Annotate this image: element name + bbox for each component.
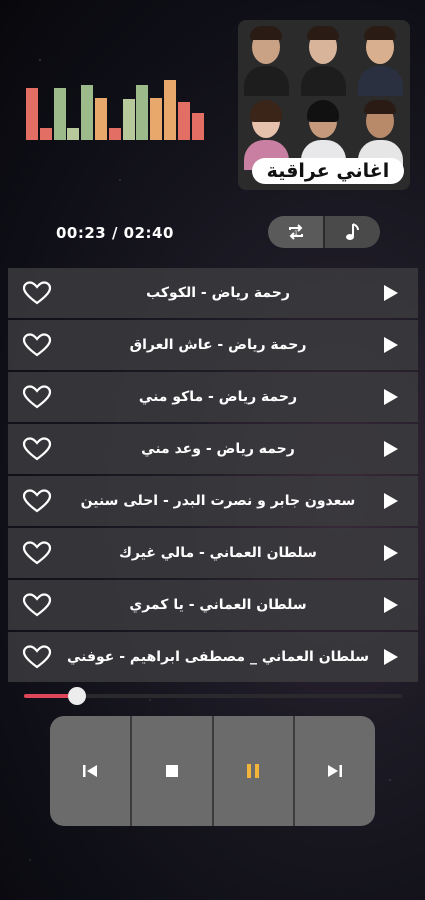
repeat-button[interactable]: 1	[268, 216, 325, 248]
equalizer-bar	[53, 88, 66, 140]
equalizer-bar	[26, 88, 38, 140]
music-library-button[interactable]	[325, 216, 380, 248]
heart-outline-icon[interactable]	[22, 489, 52, 513]
artist-photo	[238, 20, 295, 96]
song-row[interactable]: رحمة رياض - الكوكب	[8, 268, 418, 318]
play-icon[interactable]	[384, 389, 398, 405]
stop-button[interactable]	[131, 716, 214, 826]
repeat-icon: 1	[288, 224, 303, 240]
heart-outline-icon[interactable]	[22, 593, 52, 617]
song-list: رحمة رياض - الكوكب رحمة رياض - عاش العرا…	[8, 268, 418, 684]
equalizer-bar	[150, 98, 163, 140]
song-row[interactable]: سلطان العماني - يا كمري	[8, 580, 418, 630]
song-row[interactable]: رحمه رياض - وعد مني	[8, 424, 418, 474]
song-title: سلطان العماني - مالي غيرك	[119, 545, 317, 561]
svg-text:1: 1	[294, 230, 298, 237]
song-title: رحمة رياض - عاش العراق	[129, 337, 307, 353]
play-icon[interactable]	[384, 441, 398, 457]
stop-icon	[165, 765, 178, 777]
pause-icon	[247, 764, 260, 778]
heart-outline-icon[interactable]	[22, 385, 52, 409]
heart-outline-icon[interactable]	[22, 645, 52, 669]
mode-toggle-group: 1	[268, 216, 380, 248]
heart-outline-icon[interactable]	[22, 437, 52, 461]
heart-outline-icon[interactable]	[22, 541, 52, 565]
play-icon[interactable]	[384, 597, 398, 613]
equalizer-bar	[95, 98, 107, 140]
album-cover: اغاني عراقية	[238, 20, 410, 190]
equalizer-bar	[108, 128, 121, 140]
seek-bar-thumb[interactable]	[67, 687, 86, 705]
artist-photo	[295, 94, 352, 170]
pause-button[interactable]	[213, 716, 296, 826]
heart-outline-icon[interactable]	[22, 333, 52, 357]
seek-bar[interactable]	[24, 687, 402, 705]
song-row[interactable]: سلطان العماني _ مصطفى ابراهيم - عوفني	[8, 632, 418, 682]
play-icon[interactable]	[384, 545, 398, 561]
song-title: سلطان العماني - يا كمري	[129, 597, 307, 613]
equalizer-bar	[81, 85, 94, 140]
play-icon[interactable]	[384, 285, 398, 301]
player-controls	[50, 716, 375, 826]
song-title: رحمة رياض - الكوكب	[146, 285, 290, 301]
music-note-icon	[345, 223, 359, 240]
heart-outline-icon[interactable]	[22, 281, 52, 305]
play-icon[interactable]	[384, 493, 398, 509]
cover-banner-text: اغاني عراقية	[252, 158, 404, 184]
skip-next-icon	[328, 765, 343, 777]
next-button[interactable]	[295, 716, 375, 826]
artist-photo	[352, 20, 409, 96]
previous-button[interactable]	[50, 716, 132, 826]
song-title: رحمه رياض - وعد مني	[141, 441, 295, 457]
equalizer-bar	[122, 99, 135, 140]
song-row[interactable]: سعدون جابر و نصرت البدر - احلى سنين	[8, 476, 418, 526]
artist-photo	[352, 94, 409, 170]
equalizer-bar	[67, 128, 80, 140]
song-title: سلطان العماني _ مصطفى ابراهيم - عوفني	[66, 649, 370, 665]
equalizer-bar	[39, 128, 52, 140]
equalizer-bar	[191, 113, 204, 140]
song-title: سعدون جابر و نصرت البدر - احلى سنين	[80, 493, 356, 509]
song-row[interactable]: سلطان العماني - مالي غيرك	[8, 528, 418, 578]
play-icon[interactable]	[384, 337, 398, 353]
play-icon[interactable]	[384, 649, 398, 665]
skip-previous-icon	[82, 765, 97, 777]
equalizer-visualizer	[26, 80, 206, 140]
song-row[interactable]: رحمة رياض - ماكو مني	[8, 372, 418, 422]
song-title: رحمة رياض - ماكو مني	[138, 389, 298, 405]
equalizer-bar	[164, 80, 176, 140]
artist-photo	[238, 94, 295, 170]
time-display: 00:23 / 02:40	[56, 224, 174, 242]
song-row[interactable]: رحمة رياض - عاش العراق	[8, 320, 418, 370]
artist-photo	[295, 20, 352, 96]
equalizer-bar	[136, 85, 149, 140]
equalizer-bar	[177, 102, 190, 140]
